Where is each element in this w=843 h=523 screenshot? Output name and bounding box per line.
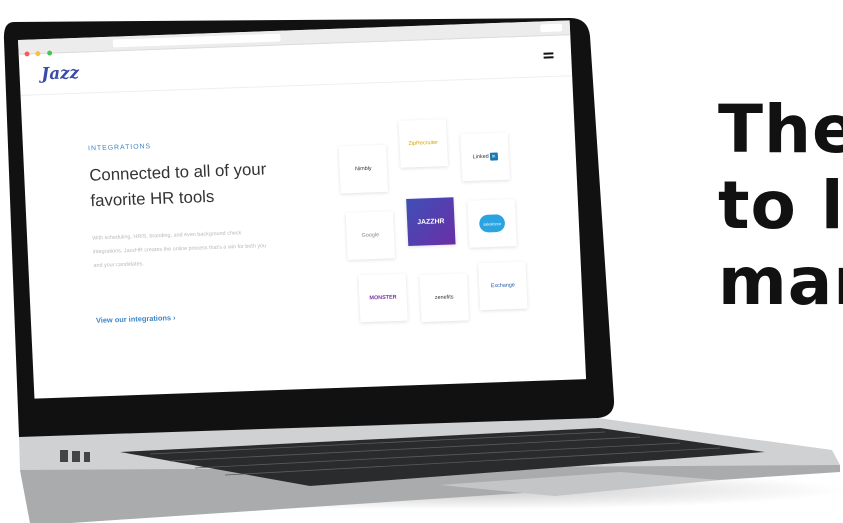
tile-label: salesforce bbox=[482, 220, 502, 227]
laptop-screen: Jazz INTEGRATIONS Connected to all of yo… bbox=[18, 20, 587, 399]
tile-google[interactable]: Google bbox=[345, 211, 396, 260]
tile-salesforce[interactable]: salesforce bbox=[467, 199, 517, 248]
section-eyebrow: INTEGRATIONS bbox=[87, 143, 152, 153]
browser-actions[interactable] bbox=[540, 23, 563, 33]
tile-label: ZipRecruiter bbox=[408, 139, 439, 147]
tile-label: Google bbox=[361, 232, 380, 239]
tile-label: JAZZHR bbox=[417, 217, 445, 226]
tile-linkedin[interactable]: Linked in bbox=[460, 132, 510, 182]
hamburger-menu-icon[interactable] bbox=[543, 52, 554, 60]
integration-tiles: Nimbly ZipRecruiter Linked in Google JAZ… bbox=[337, 104, 534, 336]
tile-jazzhr[interactable]: JAZZHR bbox=[406, 197, 456, 247]
view-integrations-link[interactable]: View our integrations › bbox=[96, 313, 176, 325]
salesforce-cloud-icon: salesforce bbox=[478, 214, 506, 233]
tile-nimbly[interactable]: Nimbly bbox=[338, 144, 389, 194]
tile-label: Nimbly bbox=[354, 165, 372, 173]
tile-label: MONSTER bbox=[369, 294, 397, 302]
tile-ziprecruiter[interactable]: ZipRecruiter bbox=[398, 119, 449, 168]
jazz-logo[interactable]: Jazz bbox=[41, 63, 80, 84]
linkedin-badge: in bbox=[489, 152, 498, 161]
tile-label: Linked bbox=[472, 153, 489, 161]
tile-zenefits[interactable]: zenefits bbox=[419, 273, 469, 323]
tile-label: zenefits bbox=[434, 294, 454, 302]
tile-label: Exchange bbox=[490, 282, 516, 290]
tile-exchange[interactable]: Exchange bbox=[478, 261, 528, 311]
section-body: With scheduling, HRIS, branding, and eve… bbox=[92, 230, 267, 269]
section-heading: Connected to all of your favorite HR too… bbox=[88, 159, 267, 211]
tile-monster[interactable]: MONSTER bbox=[358, 273, 408, 323]
